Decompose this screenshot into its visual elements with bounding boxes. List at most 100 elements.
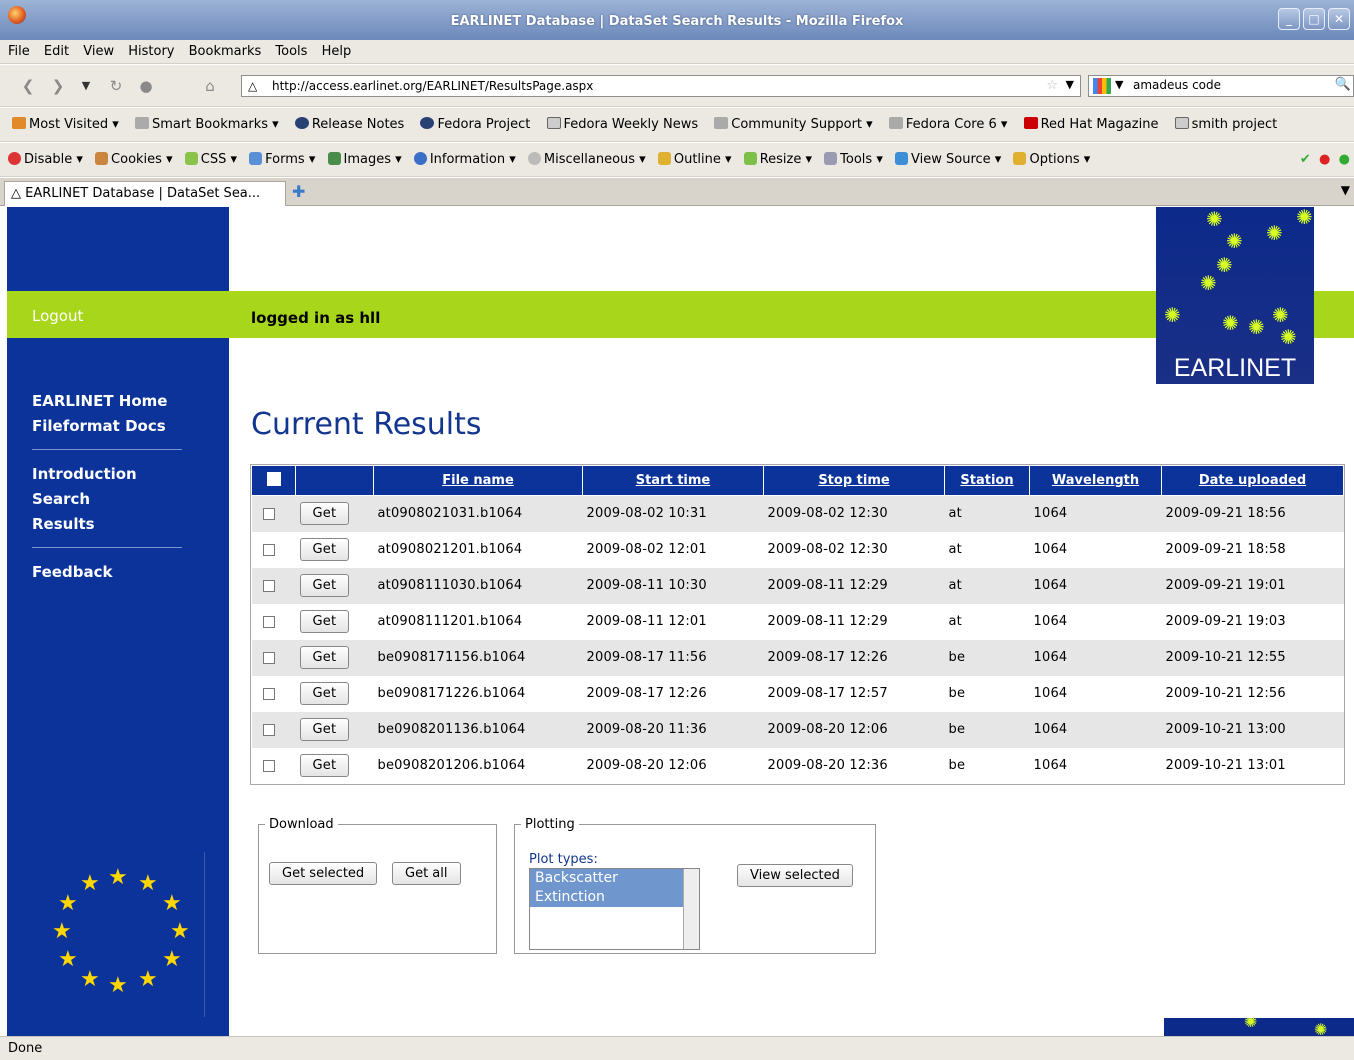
- menu-history[interactable]: History: [128, 40, 174, 64]
- plot-type-option[interactable]: Extinction: [530, 888, 699, 907]
- select-all-checkbox[interactable]: [266, 471, 281, 486]
- row-checkbox[interactable]: [262, 543, 275, 556]
- nav-feedback[interactable]: Feedback: [32, 560, 182, 585]
- row-checkbox[interactable]: [262, 615, 275, 628]
- search-engine-icon[interactable]: [1093, 78, 1111, 94]
- menu-edit[interactable]: Edit: [44, 40, 69, 64]
- bookmark-fedora-weekly-news[interactable]: Fedora Weekly News: [546, 117, 698, 132]
- get-button[interactable]: Get: [299, 682, 350, 705]
- get-button[interactable]: Get: [299, 610, 350, 633]
- get-button[interactable]: Get: [299, 574, 350, 597]
- tab-list-icon[interactable]: ▼: [1341, 183, 1350, 197]
- bookmark-red-hat-magazine[interactable]: Red Hat Magazine: [1023, 117, 1158, 132]
- col-stop-time[interactable]: Stop time: [763, 465, 945, 496]
- get-all-button[interactable]: Get all: [392, 862, 461, 885]
- bookmark-smith-project[interactable]: smith project: [1174, 117, 1277, 132]
- view-selected-button[interactable]: View selected: [737, 864, 853, 887]
- bookmark-star-icon[interactable]: ☆: [1046, 78, 1058, 93]
- col-start-time[interactable]: Start time: [582, 465, 764, 496]
- logo-spark: ✺: [1164, 303, 1181, 327]
- logout-link[interactable]: Logout: [32, 307, 83, 325]
- dev-information[interactable]: Information ▾: [413, 152, 516, 167]
- dev-label: Images: [343, 152, 392, 167]
- col-station[interactable]: Station: [944, 465, 1030, 496]
- url-dropdown-icon[interactable]: ▼: [1066, 78, 1074, 91]
- search-icon[interactable]: 🔍: [1335, 77, 1351, 92]
- nav-introduction[interactable]: Introduction: [32, 462, 182, 487]
- row-checkbox[interactable]: [262, 651, 275, 664]
- forward-icon[interactable]: ❯: [46, 75, 70, 97]
- dev-forms[interactable]: Forms ▾: [249, 152, 315, 167]
- navigation-toolbar: ❮ ❯ ▼ ↻ ● ⌂ △ http://access.earlinet.org…: [0, 65, 1354, 107]
- get-selected-button[interactable]: Get selected: [269, 862, 378, 885]
- file-name-cell: be0908201136.b1064: [373, 711, 583, 748]
- row-checkbox[interactable]: [262, 723, 275, 736]
- home-icon[interactable]: ⌂: [198, 75, 222, 97]
- dev-outline[interactable]: Outline ▾: [657, 152, 732, 167]
- search-input[interactable]: [1133, 78, 1333, 92]
- stop-time-cell: 2009-08-11 12:29: [763, 603, 945, 640]
- close-button[interactable]: ✕: [1328, 8, 1350, 30]
- menu-help[interactable]: Help: [322, 40, 352, 64]
- col-date-uploaded[interactable]: Date uploaded: [1161, 465, 1344, 496]
- wavelength-cell: 1064: [1029, 675, 1162, 712]
- nav-earlinet-home[interactable]: EARLINET Home: [32, 389, 182, 414]
- col-wavelength[interactable]: Wavelength: [1029, 465, 1162, 496]
- table-header-row: File name Start time Stop time Station W…: [251, 465, 1344, 496]
- dev-options[interactable]: Options ▾: [1013, 152, 1090, 167]
- menu-view[interactable]: View: [83, 40, 114, 64]
- dev-cookies[interactable]: Cookies ▾: [95, 152, 173, 167]
- dev-tools[interactable]: Tools ▾: [824, 152, 883, 167]
- dev-images[interactable]: Images ▾: [327, 152, 402, 167]
- bookmark-fedora-core-6[interactable]: Fedora Core 6 ▾: [888, 117, 1007, 132]
- history-dropdown-icon[interactable]: ▼: [74, 75, 98, 97]
- logo-spark: ✺: [1296, 207, 1313, 229]
- row-checkbox[interactable]: [262, 507, 275, 520]
- col-file-name[interactable]: File name: [373, 465, 583, 496]
- minimize-button[interactable]: _: [1278, 8, 1300, 30]
- dev-disable[interactable]: Disable ▾: [8, 152, 83, 167]
- bookmark-release-notes[interactable]: Release Notes: [294, 117, 404, 132]
- row-checkbox[interactable]: [262, 687, 275, 700]
- menu-bookmarks[interactable]: Bookmarks: [189, 40, 262, 64]
- error-icon[interactable]: ●: [1319, 152, 1330, 167]
- maximize-button[interactable]: □: [1303, 8, 1325, 30]
- bookmark-most-visited[interactable]: Most Visited ▾: [12, 117, 119, 132]
- get-button[interactable]: Get: [299, 754, 350, 777]
- nav-search[interactable]: Search: [32, 487, 182, 512]
- nav-results[interactable]: Results: [32, 512, 182, 537]
- dev-view-source[interactable]: View Source ▾: [895, 152, 1001, 167]
- nav-fileformat-docs[interactable]: Fileformat Docs: [32, 414, 182, 439]
- dev-miscellaneous[interactable]: Miscellaneous ▾: [527, 152, 646, 167]
- bookmark-fedora-project[interactable]: Fedora Project: [420, 117, 530, 132]
- ok-icon[interactable]: ●: [1339, 152, 1350, 167]
- stop-time-cell: 2009-08-20 12:36: [763, 747, 945, 784]
- row-checkbox[interactable]: [262, 579, 275, 592]
- plot-type-option[interactable]: Backscatter: [530, 869, 699, 888]
- forms-icon: [249, 152, 263, 165]
- listbox-scrollbar[interactable]: [683, 869, 699, 949]
- tab-earlinet[interactable]: △ EARLINET Database | DataSet Sea...: [4, 181, 286, 206]
- eu-star: ★: [138, 967, 158, 992]
- bookmark-community-support[interactable]: Community Support ▾: [714, 117, 873, 132]
- menu-file[interactable]: File: [8, 40, 30, 64]
- back-icon[interactable]: ❮: [16, 75, 40, 97]
- menu-tools[interactable]: Tools: [275, 40, 307, 64]
- get-button[interactable]: Get: [299, 538, 350, 561]
- new-tab-icon[interactable]: ✚: [292, 182, 305, 201]
- row-select-cell: [251, 567, 296, 604]
- url-bar[interactable]: △ http://access.earlinet.org/EARLINET/Re…: [241, 75, 1081, 97]
- search-engine-dropdown-icon[interactable]: ▼: [1115, 78, 1123, 91]
- row-checkbox[interactable]: [262, 759, 275, 772]
- plot-types-listbox[interactable]: Backscatter Extinction: [529, 868, 700, 950]
- stop-icon[interactable]: ●: [134, 75, 158, 97]
- get-button[interactable]: Get: [299, 646, 350, 669]
- plotting-panel: Plotting Plot types: Backscatter Extinct…: [514, 817, 876, 954]
- get-button[interactable]: Get: [299, 718, 350, 741]
- reload-icon[interactable]: ↻: [104, 75, 128, 97]
- dev-css[interactable]: CSS ▾: [184, 152, 237, 167]
- get-button[interactable]: Get: [299, 502, 350, 526]
- wavelength-cell: 1064: [1029, 747, 1162, 784]
- dev-resize[interactable]: Resize ▾: [743, 152, 812, 167]
- bookmark-smart-bookmarks[interactable]: Smart Bookmarks ▾: [134, 117, 279, 132]
